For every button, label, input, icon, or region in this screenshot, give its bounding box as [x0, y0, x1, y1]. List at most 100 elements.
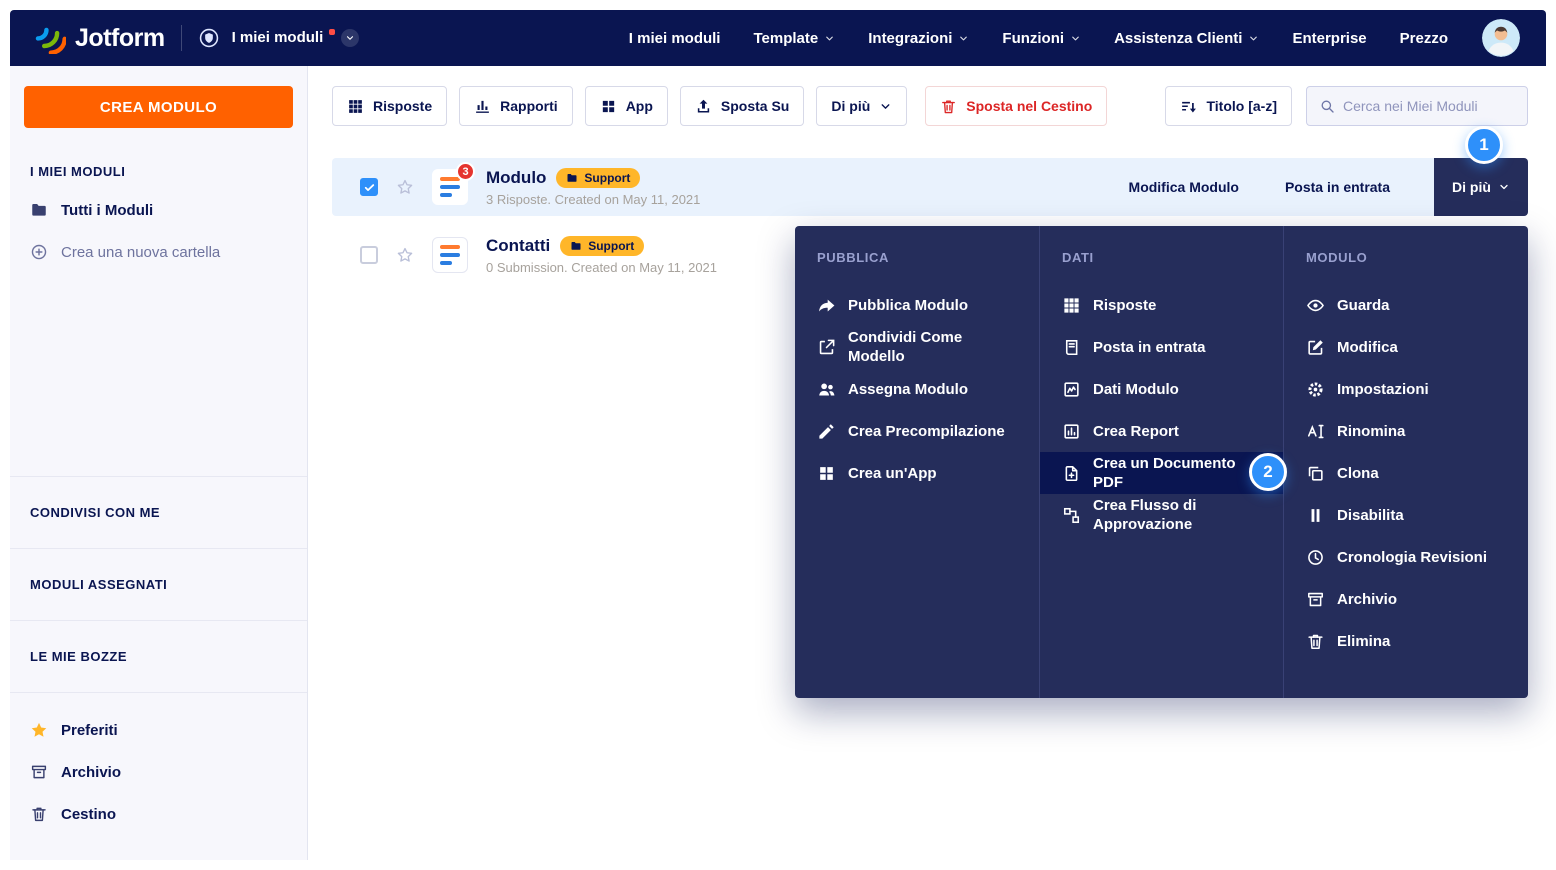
row-more-button[interactable]: Di più: [1434, 158, 1528, 216]
grid-icon: [347, 98, 364, 115]
search-input[interactable]: [1343, 98, 1515, 114]
sidebar-item-label: Archivio: [61, 764, 121, 781]
share-box-icon: [817, 338, 836, 357]
menu-item-inbox[interactable]: Posta in entrata: [1062, 326, 1283, 368]
navbar-divider: [181, 25, 182, 51]
menu-item-label: Modifica: [1337, 338, 1398, 357]
menu-header: DATI: [1062, 250, 1283, 266]
nav-pricing[interactable]: Prezzo: [1400, 30, 1448, 47]
menu-item-submissions[interactable]: Risposte: [1062, 284, 1283, 326]
menu-item-clone[interactable]: Clona: [1306, 452, 1528, 494]
button-label: Sposta nel Cestino: [966, 98, 1092, 114]
button-label: Sposta Su: [721, 98, 789, 114]
clone-icon: [1306, 464, 1325, 483]
menu-item-preview[interactable]: Guarda: [1306, 284, 1528, 326]
menu-item-rename[interactable]: Rinomina: [1306, 410, 1528, 452]
jotform-logo[interactable]: Jotform: [34, 22, 165, 54]
menu-item-settings[interactable]: Impostazioni: [1306, 368, 1528, 410]
button-label: App: [626, 98, 653, 114]
form-info: Contatti Support 0 Submission. Created o…: [486, 236, 717, 275]
nav-label: Assistenza Clienti: [1114, 30, 1242, 47]
annotation-step-2: 2: [1249, 453, 1287, 491]
nav-template[interactable]: Template: [753, 30, 835, 47]
avatar[interactable]: [1482, 19, 1520, 57]
form-meta: 3 Risposte. Created on May 11, 2021: [486, 192, 700, 207]
nav-support[interactable]: Assistenza Clienti: [1114, 30, 1259, 47]
sidebar-section-my-drafts[interactable]: LE MIE BOZZE: [10, 620, 307, 692]
reports-button[interactable]: Rapporti: [459, 86, 573, 126]
sort-button[interactable]: Titolo [a-z]: [1165, 86, 1292, 126]
folder-badge[interactable]: Support: [556, 168, 640, 188]
search-icon: [1319, 98, 1335, 114]
menu-column-publish: PUBBLICA Pubblica Modulo Condividi Come …: [795, 226, 1039, 698]
edit-form-link[interactable]: Modifica Modulo: [1129, 179, 1239, 195]
menu-item-create-app[interactable]: Crea un'App: [817, 452, 1039, 494]
menu-item-create-pdf-document[interactable]: Crea un Documento PDF: [1040, 452, 1283, 494]
sidebar-section-my-forms: I MIEI MODULI: [30, 164, 287, 179]
move-to-trash-button[interactable]: Sposta nel Cestino: [925, 86, 1107, 126]
menu-item-label: Clona: [1337, 464, 1379, 483]
folder-icon: [570, 240, 582, 252]
menu-item-edit[interactable]: Modifica: [1306, 326, 1528, 368]
move-up-button[interactable]: Sposta Su: [680, 86, 804, 126]
menu-item-delete[interactable]: Elimina: [1306, 620, 1528, 662]
checkbox[interactable]: [360, 246, 378, 264]
menu-item-label: Crea Report: [1093, 422, 1179, 441]
archive-icon: [30, 763, 48, 781]
analytics-icon: [1062, 380, 1081, 399]
form-meta: 0 Submission. Created on May 11, 2021: [486, 260, 717, 275]
form-info: Modulo Support 3 Risposte. Created on Ma…: [486, 168, 700, 207]
menu-item-archive[interactable]: Archivio: [1306, 578, 1528, 620]
toolbar-more-button[interactable]: Di più: [816, 86, 907, 126]
inbox-link[interactable]: Posta in entrata: [1285, 179, 1390, 195]
menu-item-revision-history[interactable]: Cronologia Revisioni: [1306, 536, 1528, 578]
responses-button[interactable]: Risposte: [332, 86, 447, 126]
menu-item-form-analytics[interactable]: Dati Modulo: [1062, 368, 1283, 410]
sidebar-item-favorites[interactable]: Preferiti: [30, 709, 287, 751]
folder-badge[interactable]: Support: [560, 236, 644, 256]
menu-item-share-as-template[interactable]: Condividi Come Modello: [817, 326, 1039, 368]
form-title[interactable]: Contatti: [486, 236, 550, 256]
nav-integrations[interactable]: Integrazioni: [868, 30, 969, 47]
star-icon[interactable]: [396, 178, 414, 196]
move-up-icon: [695, 98, 712, 115]
app-grid-icon: [600, 98, 617, 115]
sidebar-section-assigned-forms[interactable]: MODULI ASSEGNATI: [10, 548, 307, 620]
security-shield-icon[interactable]: [198, 27, 220, 49]
sidebar-item-trash[interactable]: Cestino: [30, 793, 287, 835]
create-form-button[interactable]: CREA MODULO: [24, 86, 293, 128]
form-row[interactable]: 3 Modulo Support 3 Risposte. Created on …: [332, 158, 1528, 216]
nav-features[interactable]: Funzioni: [1002, 30, 1081, 47]
nav-label: Integrazioni: [868, 30, 952, 47]
workspace-switcher[interactable]: I miei moduli: [232, 28, 360, 48]
forms-toolbar: Risposte Rapporti App Sposta Su Di più: [332, 86, 1528, 126]
sidebar-item-archive[interactable]: Archivio: [30, 751, 287, 793]
sidebar-section-shared-with-me[interactable]: CONDIVISI CON ME: [10, 476, 307, 548]
menu-item-disable[interactable]: Disabilita: [1306, 494, 1528, 536]
nav-my-forms[interactable]: I miei moduli: [629, 30, 721, 47]
sidebar-item-all-forms[interactable]: Tutti i Moduli: [30, 189, 287, 231]
nav-enterprise[interactable]: Enterprise: [1292, 30, 1366, 47]
menu-item-label: Disabilita: [1337, 506, 1404, 525]
sidebar-item-label: Tutti i Moduli: [61, 202, 153, 219]
sidebar-item-new-folder[interactable]: Crea una nuova cartella: [30, 231, 287, 273]
nav-label: I miei moduli: [629, 30, 721, 47]
folder-badge-label: Support: [588, 239, 634, 253]
button-label: Di più: [1452, 179, 1491, 195]
menu-item-create-prefill[interactable]: Crea Precompilazione: [817, 410, 1039, 452]
menu-item-assign-form[interactable]: Assegna Modulo: [817, 368, 1039, 410]
checkbox[interactable]: [360, 178, 378, 196]
grid-icon: [1062, 296, 1081, 315]
button-label: Risposte: [373, 98, 432, 114]
menu-item-create-approval-flow[interactable]: Crea Flusso di Approvazione: [1062, 494, 1283, 536]
gear-icon: [1306, 380, 1325, 399]
app-button[interactable]: App: [585, 86, 668, 126]
menu-item-publish-form[interactable]: Pubblica Modulo: [817, 284, 1039, 326]
button-label: Titolo [a-z]: [1206, 98, 1277, 114]
form-title[interactable]: Modulo: [486, 168, 546, 188]
star-icon[interactable]: [396, 246, 414, 264]
app-window: Jotform I miei moduli I miei moduli Temp…: [10, 10, 1546, 860]
nav-label: Template: [753, 30, 818, 47]
menu-item-create-report[interactable]: Crea Report: [1062, 410, 1283, 452]
menu-item-label: Cronologia Revisioni: [1337, 548, 1487, 567]
